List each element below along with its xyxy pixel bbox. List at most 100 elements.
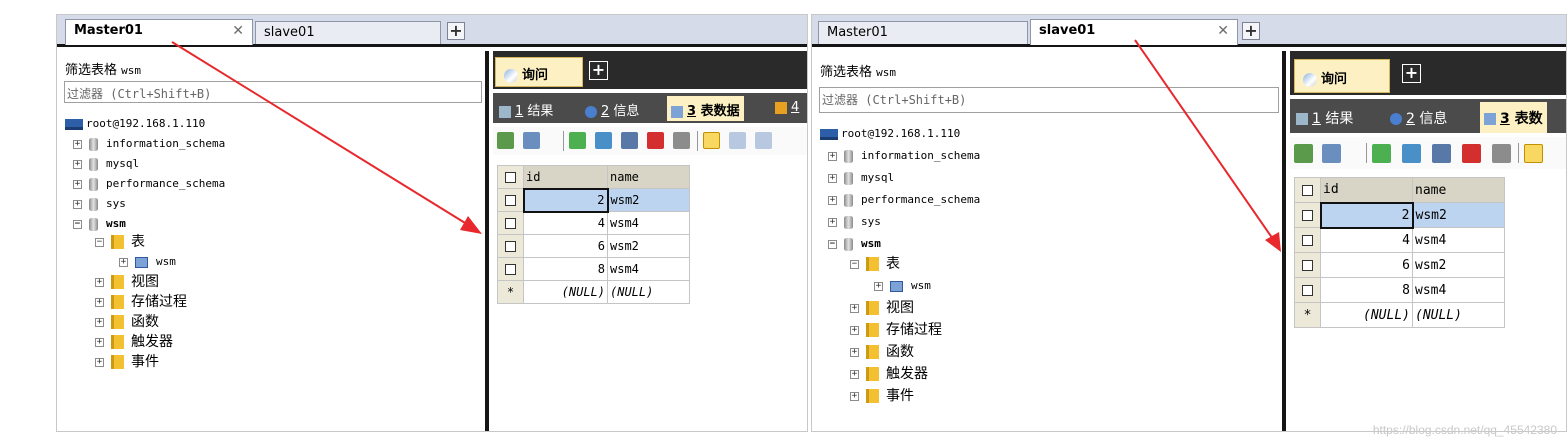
tree-table-wsm[interactable]: + wsm xyxy=(874,277,931,295)
expand-icon[interactable]: + xyxy=(874,281,883,291)
tree-folder-events[interactable]: + 事件 xyxy=(95,353,159,371)
row-checkbox[interactable] xyxy=(1294,202,1321,228)
new-connection-tab-button[interactable]: + xyxy=(447,22,465,40)
expand-icon[interactable]: + xyxy=(828,217,837,227)
collapse-icon[interactable]: − xyxy=(828,239,837,249)
add-row-icon[interactable] xyxy=(1372,144,1391,163)
cell-name[interactable]: wsm4 xyxy=(607,257,690,281)
save-icon[interactable] xyxy=(1432,144,1451,163)
export-icon[interactable] xyxy=(497,132,514,149)
table-row[interactable]: 6 wsm2 xyxy=(497,234,690,258)
cell-id[interactable]: 2 xyxy=(522,187,609,213)
cell-name[interactable]: wsm4 xyxy=(1412,277,1505,303)
tree-db-performance-schema[interactable]: + performance_schema xyxy=(828,191,980,209)
table-row[interactable]: 2 wsm2 xyxy=(497,187,690,213)
tab-master01[interactable]: Master01 xyxy=(818,21,1028,44)
row-checkbox[interactable] xyxy=(497,211,524,235)
tree-server-node[interactable]: root@192.168.1.110 xyxy=(65,115,205,133)
expand-icon[interactable]: + xyxy=(828,151,837,161)
expand-icon[interactable]: + xyxy=(73,139,82,149)
cell-id[interactable]: 8 xyxy=(1320,277,1413,303)
tree-folder-views[interactable]: + 视图 xyxy=(850,299,914,317)
tree-server-node[interactable]: root@192.168.1.110 xyxy=(820,125,960,143)
cell-id[interactable]: 8 xyxy=(523,257,608,281)
new-row[interactable]: * (NULL) (NULL) xyxy=(1294,302,1505,328)
expand-icon[interactable]: + xyxy=(850,347,859,357)
table-row[interactable]: 8 wsm4 xyxy=(497,257,690,281)
cancel-icon[interactable] xyxy=(1492,144,1511,163)
tree-folder-triggers[interactable]: + 触发器 xyxy=(95,333,173,351)
add-row-icon[interactable] xyxy=(569,132,586,149)
tree-folder-views[interactable]: + 视图 xyxy=(95,273,159,291)
grid-view-icon[interactable] xyxy=(703,132,720,149)
column-header-name[interactable]: name xyxy=(1412,177,1505,203)
row-checkbox[interactable] xyxy=(497,234,524,258)
collapse-icon[interactable]: − xyxy=(95,237,104,247)
column-header-id[interactable]: id xyxy=(523,165,608,189)
delete-icon[interactable] xyxy=(1462,144,1481,163)
cell-name[interactable]: wsm2 xyxy=(1412,202,1505,228)
column-header-name[interactable]: name xyxy=(607,165,690,189)
tree-folder-functions[interactable]: + 函数 xyxy=(95,313,159,331)
cell-id[interactable]: 4 xyxy=(1320,227,1413,253)
collapse-icon[interactable]: − xyxy=(850,259,859,269)
tab-query[interactable]: 询问 xyxy=(495,57,583,87)
duplicate-row-icon[interactable] xyxy=(595,132,612,149)
cell-name[interactable]: wsm2 xyxy=(1412,252,1505,278)
row-checkbox[interactable] xyxy=(497,188,524,212)
expand-icon[interactable]: + xyxy=(95,317,104,327)
row-checkbox[interactable] xyxy=(1294,252,1321,278)
expand-icon[interactable]: + xyxy=(73,199,82,209)
duplicate-row-icon[interactable] xyxy=(1402,144,1421,163)
column-header-id[interactable]: id xyxy=(1320,177,1413,203)
new-row[interactable]: * (NULL) (NULL) xyxy=(497,280,690,304)
cell-id[interactable]: 6 xyxy=(1320,252,1413,278)
form-view-icon[interactable] xyxy=(729,132,746,149)
new-query-tab-button[interactable]: + xyxy=(1402,64,1421,83)
expand-icon[interactable]: + xyxy=(850,303,859,313)
tab-table-data[interactable]: 3 表数 xyxy=(1480,102,1547,133)
expand-icon[interactable]: + xyxy=(95,297,104,307)
tab-result[interactable]: 1 结果 xyxy=(495,96,557,121)
tab-4[interactable]: 4 xyxy=(771,96,803,121)
expand-icon[interactable]: + xyxy=(850,325,859,335)
cell-id[interactable]: (NULL) xyxy=(523,280,608,304)
tab-table-data[interactable]: 3 表数据 xyxy=(667,96,744,121)
tree-db-performance-schema[interactable]: + performance_schema xyxy=(73,175,225,193)
grid-view-icon[interactable] xyxy=(1524,144,1543,163)
collapse-icon[interactable]: − xyxy=(73,219,82,229)
cell-name[interactable]: wsm4 xyxy=(1412,227,1505,253)
cell-id[interactable]: 2 xyxy=(1319,201,1414,229)
table-row[interactable]: 2 wsm2 xyxy=(1294,201,1505,229)
save-icon[interactable] xyxy=(621,132,638,149)
filter-input[interactable]: 过滤器 (Ctrl+Shift+B) xyxy=(64,81,482,103)
expand-icon[interactable]: + xyxy=(828,173,837,183)
tree-folder-tables[interactable]: − 表 xyxy=(850,255,900,273)
cell-name[interactable]: wsm2 xyxy=(607,188,690,212)
filter-input[interactable]: 过滤器 (Ctrl+Shift+B) xyxy=(819,87,1279,113)
tree-folder-procedures[interactable]: + 存储过程 xyxy=(850,321,942,339)
tree-db-mysql[interactable]: + mysql xyxy=(828,169,894,187)
delete-icon[interactable] xyxy=(647,132,664,149)
tree-db-information-schema[interactable]: + information_schema xyxy=(828,147,980,165)
expand-icon[interactable]: + xyxy=(73,159,82,169)
tab-info[interactable]: 2 信息 xyxy=(1386,104,1451,129)
tree-db-information-schema[interactable]: + information_schema xyxy=(73,135,225,153)
select-all-checkbox[interactable] xyxy=(1294,177,1321,203)
expand-icon[interactable]: + xyxy=(828,195,837,205)
expand-icon[interactable]: + xyxy=(95,337,104,347)
cell-name[interactable]: wsm2 xyxy=(607,234,690,258)
expand-icon[interactable]: + xyxy=(95,277,104,287)
new-connection-tab-button[interactable]: + xyxy=(1242,22,1260,40)
tree-db-sys[interactable]: + sys xyxy=(73,195,126,213)
select-all-checkbox[interactable] xyxy=(497,165,524,189)
tree-folder-tables[interactable]: − 表 xyxy=(95,233,145,251)
cell-id[interactable]: 6 xyxy=(523,234,608,258)
tab-master01[interactable]: Master01 ✕ xyxy=(65,19,253,45)
cell-name[interactable]: wsm4 xyxy=(607,211,690,235)
import-icon[interactable] xyxy=(523,132,540,149)
table-row[interactable]: 8 wsm4 xyxy=(1294,277,1505,303)
tab-slave01[interactable]: slave01 xyxy=(255,21,441,44)
cell-id[interactable]: 4 xyxy=(523,211,608,235)
tab-info[interactable]: 2 信息 xyxy=(581,96,643,121)
